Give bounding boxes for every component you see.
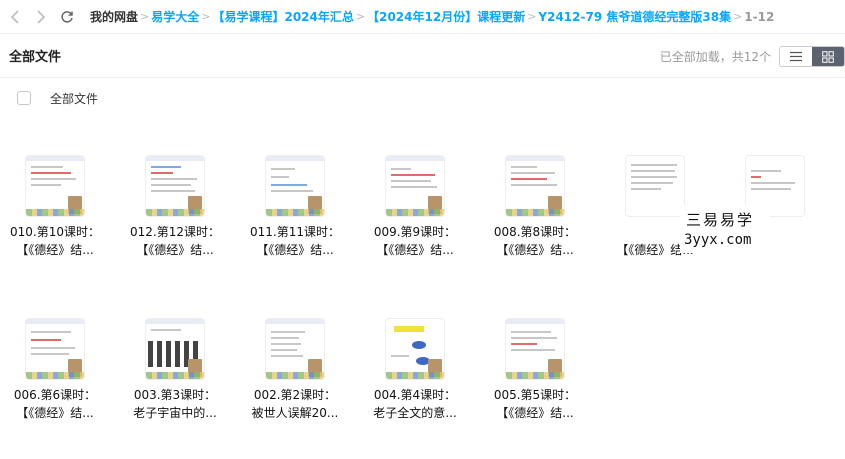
select-all-label: 全部文件: [50, 91, 99, 106]
breadcrumb-my-drive[interactable]: 我的网盘: [90, 8, 138, 25]
file-name-line2: 老子全文的意...: [373, 406, 457, 420]
breadcrumb-dec-updates[interactable]: 【2024年12月份】课程更新: [367, 8, 525, 25]
forward-button[interactable]: [30, 6, 52, 28]
select-all-row: 全部文件: [0, 78, 845, 118]
file-tile[interactable]: 005.第5课时： 【《德经》结...: [480, 313, 590, 423]
grid-view-button[interactable]: [812, 47, 844, 66]
view-toggle: [779, 46, 845, 67]
file-thumbnail: [505, 318, 565, 380]
file-tile[interactable]: 012.第12课时： 【《德经》结...: [120, 150, 230, 260]
file-name-line1: 002.第2课时：: [253, 388, 337, 402]
breadcrumb-separator: >: [201, 10, 211, 23]
file-thumbnail: [25, 155, 85, 217]
file-thumbnail: [385, 155, 445, 217]
breadcrumb-separator: >: [355, 10, 366, 23]
file-thumbnail: [505, 155, 565, 217]
file-name-line1: 010.第10课时：: [10, 225, 100, 239]
list-view-icon: [790, 51, 802, 62]
file-name-line1: 006.第6课时：: [13, 388, 97, 402]
file-thumbnail: [145, 318, 205, 380]
file-name-line2: 【《德经》结...: [16, 243, 94, 257]
breadcrumb-separator: >: [140, 10, 150, 23]
toolbar: 全部文件 已全部加载，共12个: [0, 34, 845, 78]
file-thumbnail: [265, 155, 325, 217]
file-name-line2: 【《德经》结...: [256, 243, 334, 257]
load-status: 已全部加载，共12个: [659, 50, 771, 64]
breadcrumb: 我的网盘 > 易学大全 > 【易学课程】2024年汇总 > 【2024年12月份…: [90, 8, 774, 25]
file-thumbnail: [385, 318, 445, 380]
chevron-right-icon: [37, 9, 46, 24]
breadcrumb-separator: >: [527, 10, 537, 23]
breadcrumb-yixue-daquan[interactable]: 易学大全: [151, 8, 199, 25]
file-name-line1: 009.第9课时：: [373, 225, 457, 239]
file-tile[interactable]: 008.第8课时： 【《德经》结...: [480, 150, 590, 260]
file-name-line1: 005.第5课时：: [493, 388, 577, 402]
chevron-left-icon: [10, 9, 19, 24]
breadcrumb-2024-summary[interactable]: 【易学课程】2024年汇总: [212, 8, 353, 25]
watermark: 三易易学 3yyx.com: [680, 205, 770, 253]
top-bar: 我的网盘 > 易学大全 > 【易学课程】2024年汇总 > 【2024年12月份…: [0, 0, 845, 34]
file-tile[interactable]: 004.第4课时： 老子全文的意...: [360, 313, 470, 423]
file-name-line1: 011.第11课时：: [250, 225, 340, 239]
watermark-line1: 三易易学: [686, 211, 755, 229]
file-name-line1: 004.第4课时：: [373, 388, 457, 402]
refresh-button[interactable]: [56, 6, 78, 28]
breadcrumb-course-folder[interactable]: Y2412-79 焦爷道德经完整版38集: [538, 8, 731, 25]
file-tile[interactable]: 010.第10课时： 【《德经》结...: [0, 150, 110, 260]
refresh-icon: [61, 10, 73, 23]
file-name-line1: 003.第3课时：: [133, 388, 217, 402]
file-tile[interactable]: 006.第6课时： 【《德经》结...: [0, 313, 110, 423]
file-name-line2: 【《德经》结...: [496, 406, 574, 420]
file-tile[interactable]: 002.第2课时： 被世人误解20...: [240, 313, 350, 423]
file-name-line2: 老子宇宙中的...: [133, 406, 217, 420]
file-name-line2: 【《德经》结...: [496, 243, 574, 257]
file-name-line2: 【《德经》结...: [16, 406, 94, 420]
file-name-line1: 008.第8课时：: [493, 225, 577, 239]
file-tile[interactable]: 011.第11课时： 【《德经》结...: [240, 150, 350, 260]
file-thumbnail: [625, 155, 685, 217]
watermark-line2: 3yyx.com: [684, 232, 752, 248]
grid-view-icon: [822, 50, 834, 63]
file-name-line1: 012.第12课时：: [130, 225, 220, 239]
back-button[interactable]: [4, 6, 26, 28]
list-view-button[interactable]: [780, 47, 812, 66]
file-thumbnail: [25, 318, 85, 380]
file-name-line2: 【《德经》结...: [376, 243, 454, 257]
file-name-line2: 被世人误解20...: [251, 406, 339, 420]
breadcrumb-separator: >: [733, 10, 743, 23]
file-thumbnail: [145, 155, 205, 217]
file-tile[interactable]: 003.第3课时： 老子宇宙中的...: [120, 313, 230, 423]
breadcrumb-current: 1-12: [744, 9, 775, 24]
file-name-line2: 【《德经》结...: [136, 243, 214, 257]
file-thumbnail: [265, 318, 325, 380]
page-title: 全部文件: [9, 50, 62, 65]
select-all-checkbox[interactable]: [17, 91, 31, 105]
file-tile[interactable]: 009.第9课时： 【《德经》结...: [360, 150, 470, 260]
